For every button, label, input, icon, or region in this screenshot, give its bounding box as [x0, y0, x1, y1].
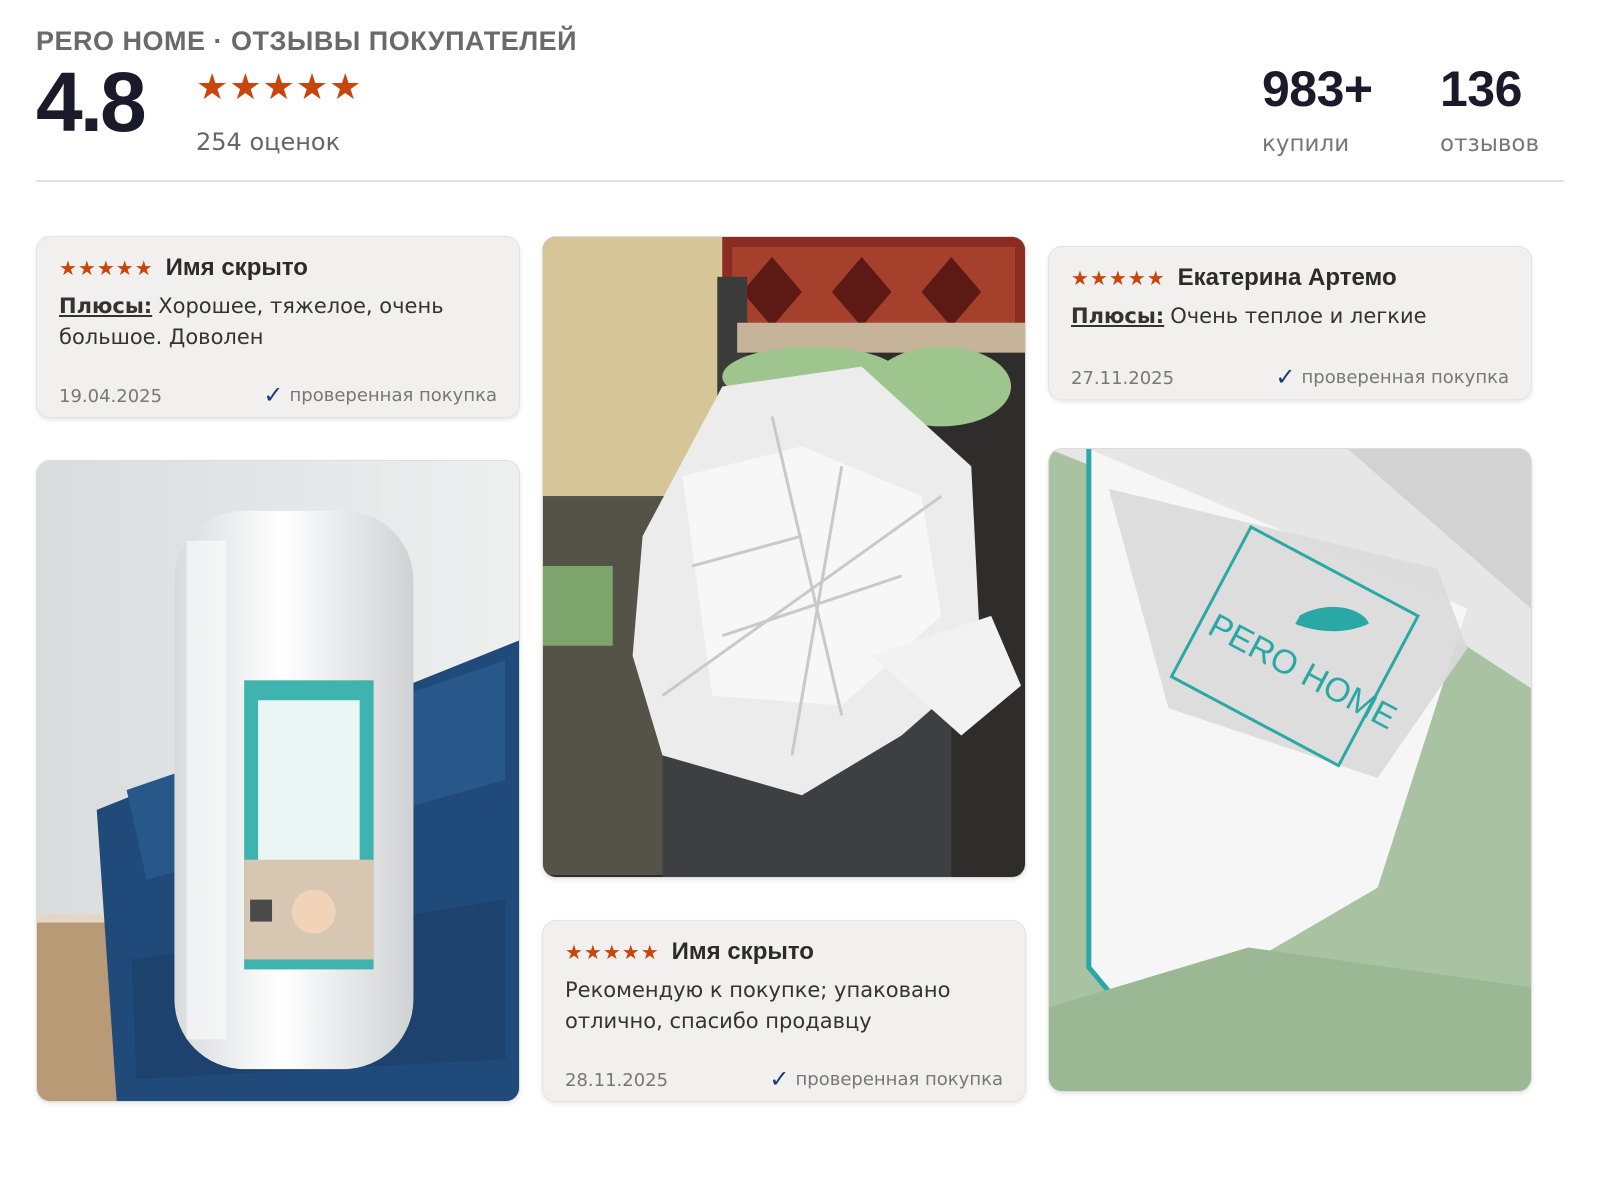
checkmark-icon: ✓ [1275, 363, 1296, 391]
verified-label: проверенная покупка [795, 1068, 1003, 1090]
review-stars: ★★★★★ [1071, 266, 1166, 290]
review-footer: 28.11.2025 ✓ проверенная покупка [565, 1067, 1003, 1091]
packed-blanket-image [37, 461, 519, 1101]
pillow-label-image: PERO HOME [1049, 449, 1531, 1091]
pros-label: Плюсы: [1071, 304, 1165, 328]
review-text: Плюсы: Очень теплое и легкие [1071, 301, 1509, 332]
verified-badge: ✓ проверенная покупка [263, 383, 497, 407]
review-author: Имя скрыто [671, 938, 814, 965]
bought-label: купили [1262, 131, 1350, 157]
rating-header: PERO HOME · ОТЗЫВЫ ПОКУПАТЕЛЕЙ 4.8 ★★★★★… [36, 0, 1564, 182]
review-photo-pillow-label[interactable]: PERO HOME [1048, 448, 1532, 1092]
page-title: PERO HOME · ОТЗЫВЫ ПОКУПАТЕЛЕЙ [36, 26, 578, 56]
bought-value: 983+ [1262, 61, 1373, 117]
verified-label: проверенная покупка [289, 384, 497, 406]
verified-badge: ✓ проверенная покупка [769, 1067, 1003, 1091]
verified-label: проверенная покупка [1301, 366, 1509, 388]
average-score: 4.8 [36, 55, 147, 149]
review-photo-packed-blanket[interactable] [36, 460, 520, 1102]
review-card[interactable]: ★★★★★ Имя скрыто Рекомендую к покупке; у… [542, 920, 1026, 1102]
checkmark-icon: ✓ [769, 1065, 790, 1093]
review-card-header: ★★★★★ Екатерина Артемо [1071, 263, 1509, 293]
review-body: Рекомендую к покупке; упаковано отлично,… [565, 978, 951, 1033]
reviews-label: отзывов [1440, 131, 1540, 157]
reviews-value: 136 [1440, 61, 1522, 117]
review-date: 28.11.2025 [565, 1070, 669, 1091]
review-photo-blanket-on-bed[interactable] [542, 236, 1026, 878]
verified-badge: ✓ проверенная покупка [1275, 365, 1509, 389]
blanket-on-bed-image [543, 237, 1025, 877]
review-stars: ★★★★★ [59, 256, 154, 280]
review-date: 27.11.2025 [1071, 368, 1175, 389]
checkmark-icon: ✓ [263, 381, 284, 409]
ratings-count: 254 оценок [196, 128, 341, 156]
bought-stat: 983+ купили [1262, 64, 1373, 157]
pros-label: Плюсы: [59, 294, 153, 318]
review-text: Плюсы: Хорошее, тяжелое, очень большое. Д… [59, 291, 497, 353]
review-author: Екатерина Артемо [1177, 264, 1397, 291]
review-date: 19.04.2025 [59, 386, 163, 407]
review-footer: 27.11.2025 ✓ проверенная покупка [1071, 365, 1509, 389]
review-card-header: ★★★★★ Имя скрыто [565, 937, 1003, 967]
review-card[interactable]: ★★★★★ Екатерина Артемо Плюсы: Очень тепло… [1048, 246, 1532, 400]
review-text: Рекомендую к покупке; упаковано отлично,… [565, 975, 1003, 1037]
review-card[interactable]: ★★★★★ Имя скрыто Плюсы: Хорошее, тяжелое,… [36, 236, 520, 418]
review-card-header: ★★★★★ Имя скрыто [59, 253, 497, 283]
reviews-stat[interactable]: 136 отзывов [1440, 64, 1539, 157]
review-body: Очень теплое и легкие [1170, 304, 1427, 328]
rating-stars: ★★★★★ [196, 67, 363, 108]
review-stars: ★★★★★ [565, 940, 660, 964]
review-footer: 19.04.2025 ✓ проверенная покупка [59, 383, 497, 407]
review-author: Имя скрыто [165, 254, 308, 281]
